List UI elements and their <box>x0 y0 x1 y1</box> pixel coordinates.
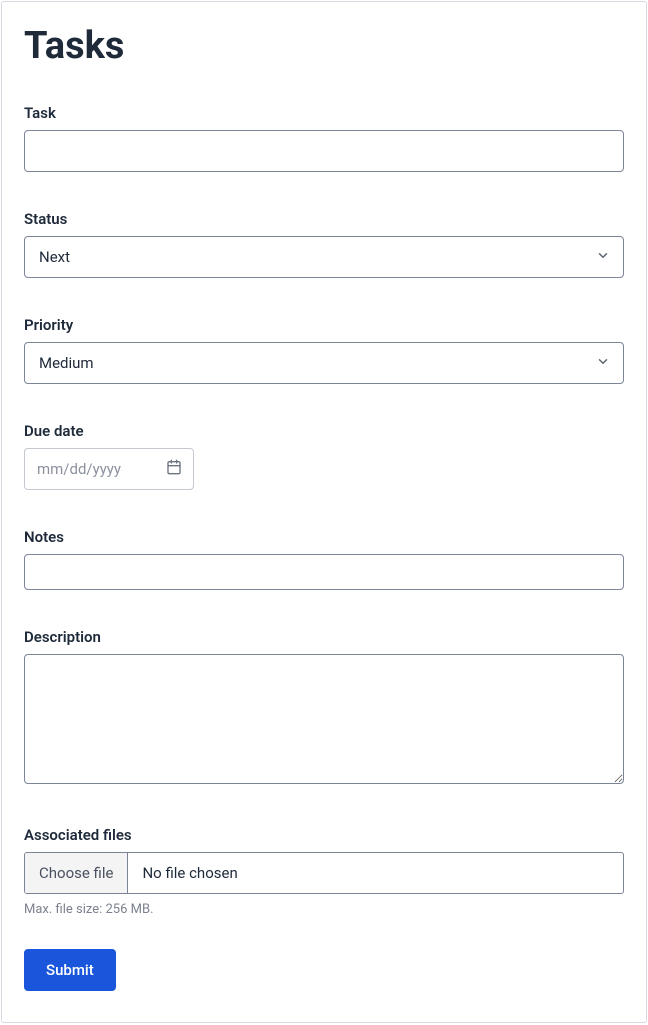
task-label: Task <box>24 104 624 122</box>
field-description: Description <box>24 628 624 788</box>
description-label: Description <box>24 628 624 646</box>
submit-button[interactable]: Submit <box>24 949 116 991</box>
notes-label: Notes <box>24 528 624 546</box>
due-date-wrap: mm/dd/yyyy <box>24 448 194 490</box>
field-files: Associated files Choose file No file cho… <box>24 826 624 917</box>
choose-file-button[interactable]: Choose file <box>25 853 128 893</box>
status-select-wrap: Next <box>24 236 624 278</box>
priority-select-wrap: Medium <box>24 342 624 384</box>
field-priority: Priority Medium <box>24 316 624 384</box>
field-due-date: Due date mm/dd/yyyy <box>24 422 624 490</box>
description-textarea[interactable] <box>24 654 624 784</box>
file-chosen-label[interactable]: No file chosen <box>128 853 623 893</box>
status-selected-value: Next <box>39 248 70 266</box>
field-notes: Notes <box>24 528 624 590</box>
files-label: Associated files <box>24 826 624 844</box>
due-date-label: Due date <box>24 422 624 440</box>
due-date-input[interactable]: mm/dd/yyyy <box>24 448 194 490</box>
file-picker: Choose file No file chosen <box>24 852 624 894</box>
file-size-hint: Max. file size: 256 MB. <box>24 902 624 917</box>
priority-selected-value: Medium <box>39 354 94 372</box>
task-input[interactable] <box>24 130 624 172</box>
priority-label: Priority <box>24 316 624 334</box>
status-select[interactable]: Next <box>24 236 624 278</box>
due-date-placeholder: mm/dd/yyyy <box>37 460 121 478</box>
page-title: Tasks <box>24 24 624 68</box>
notes-input[interactable] <box>24 554 624 590</box>
form-container: Tasks Task Status Next Priority Medium D… <box>1 1 647 1023</box>
field-task: Task <box>24 104 624 172</box>
status-label: Status <box>24 210 624 228</box>
priority-select[interactable]: Medium <box>24 342 624 384</box>
field-status: Status Next <box>24 210 624 278</box>
